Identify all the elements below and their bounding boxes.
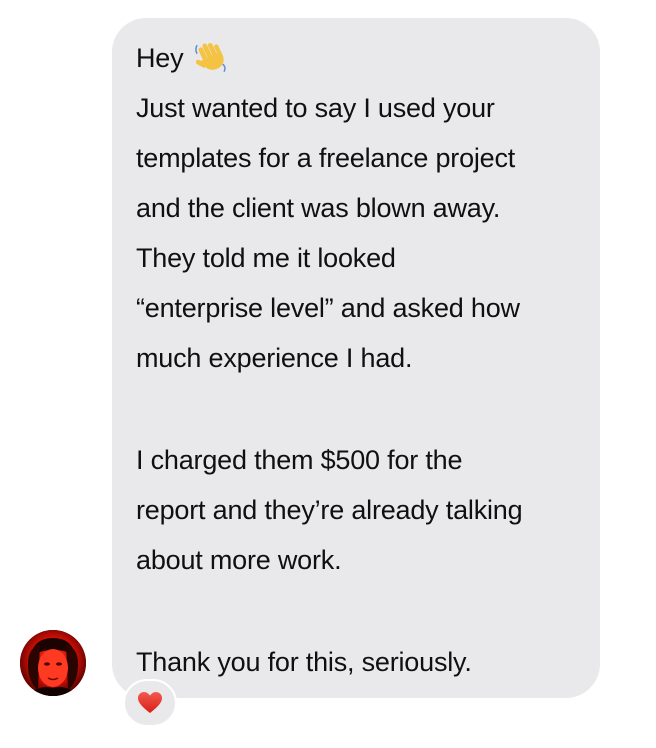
- heart-icon: [138, 692, 162, 713]
- message-line: and the client was blown away.: [136, 193, 501, 223]
- message-line: much experience I had.: [136, 343, 413, 373]
- message-line: Thank you for this, seriously.: [136, 647, 472, 677]
- message-line: “enterprise level” and asked how: [136, 293, 520, 323]
- message-line: report and they’re already talking: [136, 495, 523, 525]
- avatar-image: [20, 630, 86, 696]
- message-line: templates for a freelance project: [136, 143, 516, 173]
- message-line: I charged them $500 for the: [136, 445, 463, 475]
- waving-hand-icon: [195, 42, 226, 72]
- message-line: Just wanted to say I used your: [136, 93, 495, 123]
- message-line: They told me it looked: [136, 243, 396, 273]
- message-greeting: Hey: [136, 43, 184, 73]
- heart-reaction[interactable]: [123, 679, 177, 727]
- avatar[interactable]: [20, 630, 86, 696]
- message-line: about more work.: [136, 545, 342, 575]
